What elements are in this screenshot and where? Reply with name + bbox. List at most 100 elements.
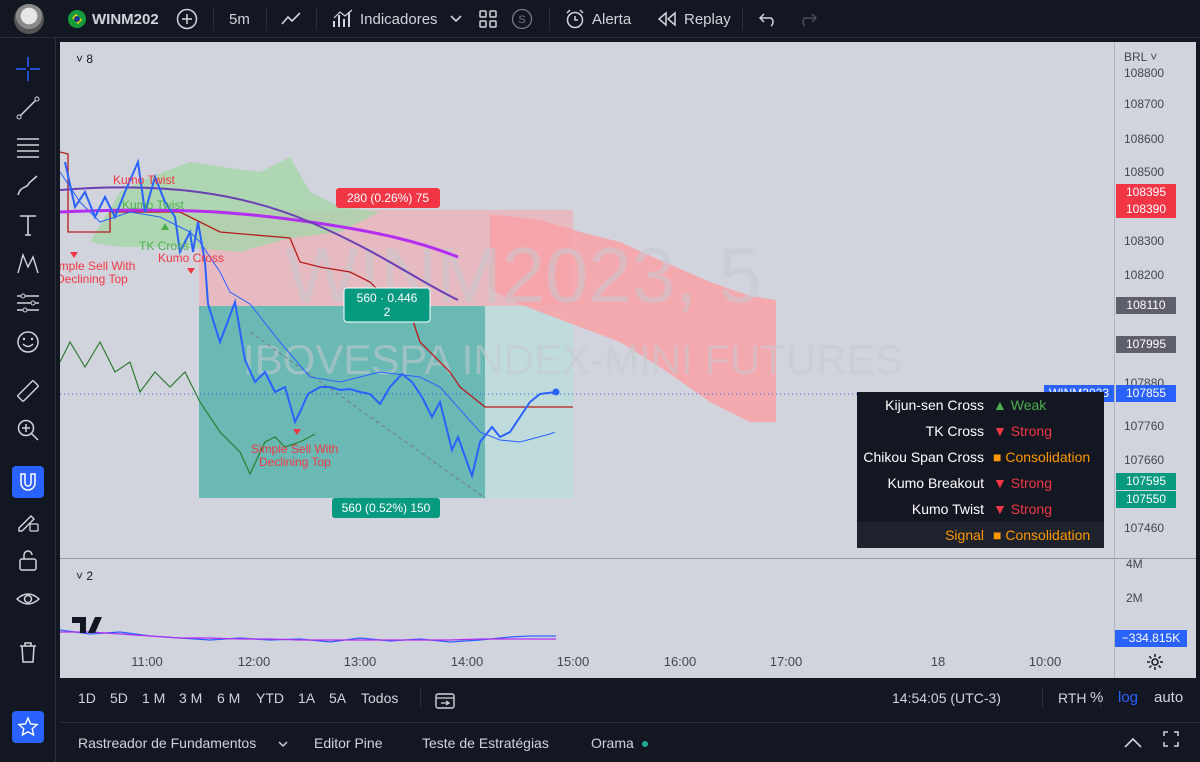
measure-tool[interactable] bbox=[12, 375, 44, 407]
y-tick: 107460 bbox=[1124, 521, 1165, 535]
pattern-tool[interactable] bbox=[12, 248, 44, 280]
osc-pane-collapse[interactable]: ˅ 2 bbox=[76, 569, 93, 583]
chevron-down-icon bbox=[450, 15, 462, 23]
osc-value-box: −334.815K bbox=[1115, 630, 1187, 647]
screener-dropdown[interactable] bbox=[278, 723, 288, 762]
online-dot-icon bbox=[641, 741, 648, 748]
x-tick: 16:00 bbox=[663, 654, 697, 669]
trash-icon bbox=[20, 642, 36, 663]
drawing-toolbar bbox=[0, 38, 56, 762]
chart-area[interactable]: WINM2023, 5 IBOVESPA INDEX-MINI FUTURES … bbox=[60, 42, 1196, 678]
tab-orama[interactable]: Orama bbox=[591, 723, 648, 762]
indicators-label: Indicadores bbox=[360, 10, 438, 28]
signal-row-summary: Signal ■ Consolidation bbox=[857, 522, 1104, 548]
annotation-sell-2-line1: Simple Sell With bbox=[251, 442, 338, 456]
main-pane-collapse[interactable]: ˅ 8 bbox=[76, 52, 93, 66]
y-tick: 108300 bbox=[1124, 234, 1165, 248]
log-scale-toggle[interactable]: log bbox=[1118, 680, 1138, 716]
indicators-icon bbox=[333, 9, 353, 27]
hide-drawings-tool[interactable] bbox=[12, 583, 44, 615]
x-tick: 15:00 bbox=[556, 654, 590, 669]
text-tool[interactable] bbox=[12, 209, 44, 241]
alert-label: Alerta bbox=[592, 10, 632, 28]
brush-tool[interactable] bbox=[12, 170, 44, 202]
star-icon bbox=[17, 716, 39, 737]
signal-key: Kumo Twist bbox=[911, 501, 984, 517]
layout-grid-icon bbox=[479, 10, 497, 28]
price-box: 107995 bbox=[1116, 336, 1176, 353]
trend-line-tool[interactable] bbox=[12, 92, 44, 124]
short-position-profit-zone[interactable] bbox=[199, 306, 485, 498]
layout-button[interactable] bbox=[478, 0, 498, 38]
maximize-icon bbox=[1163, 731, 1179, 747]
range-ytd[interactable]: YTD bbox=[256, 680, 284, 716]
magnet-icon bbox=[20, 473, 36, 491]
lock-drawings-tool[interactable] bbox=[12, 544, 44, 576]
range-1m[interactable]: 1 M bbox=[142, 680, 165, 716]
replay-button[interactable]: Replay bbox=[656, 0, 731, 38]
currency-selector[interactable]: BRL ˅ bbox=[1124, 50, 1157, 64]
ruler-icon bbox=[17, 380, 39, 402]
range-5a[interactable]: 5A bbox=[329, 680, 346, 716]
plus-circle-icon bbox=[176, 8, 198, 30]
last-price-dot bbox=[552, 388, 560, 396]
signal-row: Chikou Span Cross ■ Consolidation bbox=[857, 444, 1104, 470]
zoom-tool[interactable] bbox=[12, 414, 44, 446]
symbol-search-button[interactable]: WINM202 bbox=[68, 0, 159, 38]
chart-type-button[interactable] bbox=[280, 0, 304, 38]
user-avatar[interactable] bbox=[14, 4, 44, 34]
signal-row: Kumo Breakout ▼ Strong bbox=[857, 470, 1104, 496]
range-3m[interactable]: 3 M bbox=[179, 680, 202, 716]
signal-key: Kumo Breakout bbox=[887, 475, 985, 491]
compare-button[interactable] bbox=[176, 0, 198, 38]
fib-tool[interactable] bbox=[12, 131, 44, 163]
alert-button[interactable]: Alerta bbox=[564, 0, 631, 38]
y-tick: 108700 bbox=[1124, 97, 1165, 111]
range-1d[interactable]: 1D bbox=[78, 680, 96, 716]
collapse-panel-button[interactable] bbox=[1124, 723, 1142, 762]
signal-row: TK Cross ▼ Strong bbox=[857, 418, 1104, 444]
goto-date-button[interactable] bbox=[434, 688, 456, 709]
interval-button[interactable]: 5m bbox=[229, 0, 250, 38]
tab-screener[interactable]: Rastreador de Fundamentos bbox=[78, 723, 256, 762]
prediction-tool[interactable] bbox=[12, 287, 44, 319]
text-icon bbox=[20, 215, 36, 236]
redo-button[interactable] bbox=[798, 0, 818, 38]
indicators-button[interactable]: Indicadores bbox=[332, 0, 438, 38]
tab-pine-editor[interactable]: Editor Pine bbox=[314, 723, 382, 762]
stay-in-drawing-mode-tool[interactable] bbox=[12, 505, 44, 537]
clock-timezone[interactable]: 14:54:05 (UTC-3) bbox=[892, 680, 1001, 716]
s-circle-icon: S bbox=[511, 8, 533, 30]
percent-scale-toggle[interactable]: % bbox=[1090, 680, 1103, 716]
range-6m[interactable]: 6 M bbox=[217, 680, 240, 716]
magnet-tool[interactable] bbox=[12, 466, 44, 498]
signal-key: Chikou Span Cross bbox=[863, 449, 984, 465]
risk-label: 280 (0.26%) 75 bbox=[347, 191, 429, 205]
x-tick: 14:00 bbox=[450, 654, 484, 669]
price-box: 108110 bbox=[1116, 297, 1176, 314]
y-tick: 108500 bbox=[1124, 165, 1165, 179]
icons-tool[interactable] bbox=[12, 326, 44, 358]
undo-button[interactable] bbox=[758, 0, 778, 38]
session-toggle[interactable]: RTH bbox=[1058, 680, 1087, 716]
watermark-name: IBOVESPA INDEX-MINI FUTURES bbox=[243, 336, 903, 383]
signal-value: ▼ Strong bbox=[993, 423, 1052, 439]
crosshair-tool[interactable] bbox=[12, 53, 44, 85]
annotation-kumo-twist-2: Kumo Twist bbox=[122, 198, 184, 212]
maximize-panel-button[interactable] bbox=[1162, 723, 1180, 762]
remove-drawings-tool[interactable] bbox=[12, 636, 44, 668]
ichimoku-signal-table: Kijun-sen Cross ▲ Weak TK Cross ▼ Strong… bbox=[857, 392, 1104, 548]
scripts-button[interactable]: S bbox=[511, 0, 533, 38]
auto-scale-toggle[interactable]: auto bbox=[1154, 680, 1183, 716]
range-1a[interactable]: 1A bbox=[298, 680, 315, 716]
osc-tick: 4M bbox=[1126, 557, 1143, 571]
timeframe-bar: 1D 5D 1 M 3 M 6 M YTD 1A 5A Todos 14:54:… bbox=[60, 680, 1200, 716]
indicator-templates-dropdown[interactable] bbox=[450, 0, 462, 38]
tab-strategy-tester[interactable]: Teste de Estratégias bbox=[422, 723, 549, 762]
range-all[interactable]: Todos bbox=[361, 680, 398, 716]
favorites-tool[interactable] bbox=[12, 711, 44, 743]
top-toolbar: WINM202 5m Indicadores S Alerta Replay bbox=[0, 0, 1200, 38]
signal-value: ▼ Strong bbox=[993, 501, 1052, 517]
range-5d[interactable]: 5D bbox=[110, 680, 128, 716]
annotation-sell-1-line2: Declining Top bbox=[60, 272, 128, 286]
